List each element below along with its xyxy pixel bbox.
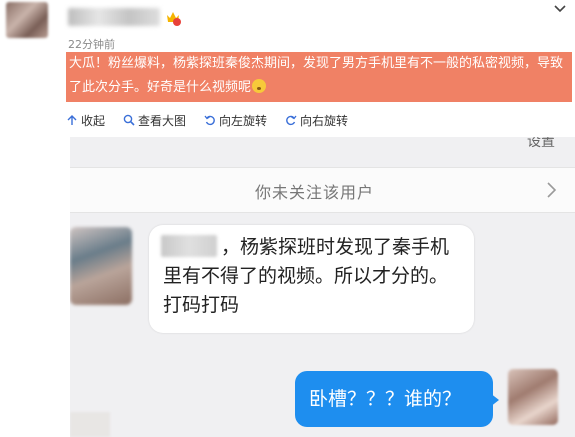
follow-notice-text: 你未关注该用户: [255, 183, 375, 202]
outgoing-message-text: 卧槽？？？谁的？: [309, 388, 462, 410]
incoming-message-bubble: ，杨紫探班时发现了秦手机里有不得了的视频。所以才分的。打码打码: [149, 225, 474, 333]
username-blurred[interactable]: [68, 8, 160, 26]
rotate-right-label: 向右旋转: [300, 113, 349, 128]
search-icon: [123, 114, 135, 126]
rotate-left-icon: [204, 115, 215, 126]
view-large-label: 查看大图: [138, 113, 187, 128]
outgoing-message-bubble: 卧槽？？？谁的？: [295, 371, 493, 427]
incoming-message-text: ，杨紫探班时发现了秦手机里有不得了的视频。所以才分的。打码打码: [163, 236, 450, 316]
post-text: 大瓜！粉丝爆料，杨紫探班秦俊杰期间，发现了男方手机里有不一般的私密视频，导致了此…: [69, 56, 564, 95]
follow-notice-bar: 你未关注该用户: [70, 167, 575, 213]
rotate-right-button[interactable]: 向右旋转: [285, 112, 348, 129]
arrow-up-icon: [67, 115, 77, 125]
image-edge-fragment: [70, 412, 110, 437]
top-text-fragment: 设置: [527, 137, 555, 150]
receiver-avatar: [508, 369, 558, 425]
vip-badge-icon: [167, 12, 181, 26]
rotate-right-icon: [286, 115, 297, 126]
bubble-tail: [490, 393, 499, 407]
collapse-button[interactable]: 收起: [66, 112, 105, 129]
image-toolbar: 收起 查看大图 向左旋转 向右旋转: [66, 109, 575, 131]
chevron-down-icon[interactable]: [553, 2, 567, 16]
chevron-right-icon: [547, 182, 557, 198]
collapse-label: 收起: [81, 113, 106, 128]
user-avatar[interactable]: [6, 2, 48, 38]
view-large-button[interactable]: 查看大图: [123, 112, 186, 129]
post-time: 22分钟前: [68, 38, 115, 51]
rotate-left-label: 向左旋转: [219, 113, 268, 128]
rotate-left-button[interactable]: 向左旋转: [204, 112, 267, 129]
post-content: 大瓜！粉丝爆料，杨紫探班秦俊杰期间，发现了男方手机里有不一般的私密视频，导致了此…: [66, 52, 572, 102]
sender-avatar: [70, 227, 132, 305]
thinking-emoji-icon: [252, 79, 267, 93]
chat-screenshot-image[interactable]: 设置 你未关注该用户 ，杨紫探班时发现了秦手机里有不得了的视频。所以才分的。打码…: [70, 137, 575, 437]
